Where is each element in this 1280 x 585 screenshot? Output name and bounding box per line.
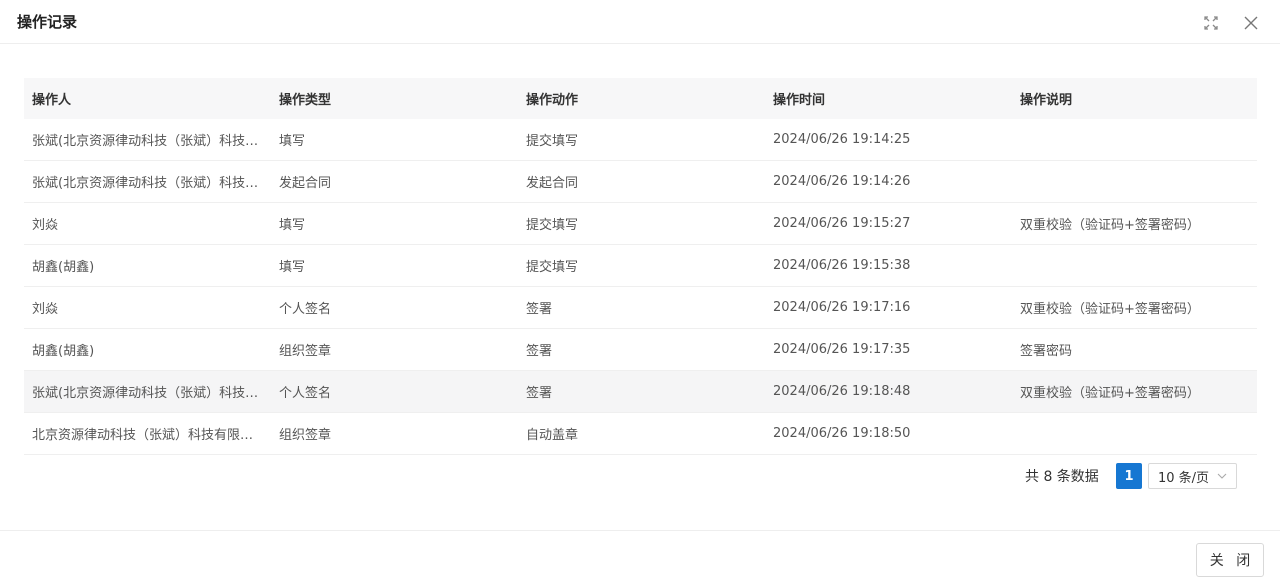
table-cell: 发起合同 (526, 176, 579, 191)
dialog-title: 操作记录 (17, 13, 78, 31)
column-header: 操作动作 (526, 93, 579, 108)
table-cell: 2024/06/26 19:14:25 (773, 132, 911, 147)
table-header: 操作人 操作类型 操作动作 操作时间 操作说明 (24, 78, 1257, 119)
table-cell: 签署密码 (1020, 344, 1073, 359)
table-row[interactable]: 北京资源律动科技（张斌）科技有限公司 组织签章 自动盖章 2024/06/26 19:… (24, 413, 1257, 455)
table-cell: 签署 (526, 302, 553, 317)
dialog-header: 操作记录 (0, 0, 1280, 44)
fullscreen-button[interactable] (1202, 14, 1220, 32)
table-cell: 2024/06/26 19:15:27 (773, 216, 911, 231)
table-cell: 2024/06/26 19:15:38 (773, 258, 911, 273)
pagination: 共 8 条数据 1 10 条/页 (0, 463, 1280, 489)
fullscreen-icon (1204, 16, 1218, 30)
table-cell: 个人签名 (279, 302, 332, 317)
table-cell: 2024/06/26 19:17:35 (773, 342, 911, 357)
table-cell: 2024/06/26 19:18:48 (773, 384, 911, 399)
column-header: 操作说明 (1020, 93, 1073, 108)
table-cell: 签署 (526, 344, 553, 359)
page-button-current[interactable]: 1 (1116, 463, 1142, 489)
table-cell: 北京资源律动科技（张斌）科技有限公司 (32, 428, 267, 443)
table-cell: 提交填写 (526, 218, 579, 233)
table-body: 张斌(北京资源律动科技（张斌）科技有限公司)填写提交填写2024/06/26 1… (24, 119, 1257, 455)
table-row[interactable]: 张斌(北京资源律动科技（张斌）科技有限公司) 发起合同 发起合同 2024/06/26… (24, 161, 1257, 203)
table-row[interactable]: 刘焱 填写 提交填写 2024/06/26 19:15:27 双重校验（验证码+签署密码… (24, 203, 1257, 245)
table-row[interactable]: 张斌(北京资源律动科技（张斌）科技有限公司) 个人签名 签署 2024/06/26 1… (24, 371, 1257, 413)
operation-log-table: 操作人 操作类型 操作动作 操作时间 操作说明 张斌(北京资源律动科技（张斌）科… (24, 78, 1257, 455)
dialog-footer: 关 闭 (0, 530, 1280, 585)
total-count: 共 8 条数据 (1025, 469, 1099, 485)
close-button[interactable]: 关 闭 (1196, 543, 1264, 577)
table-cell: 填写 (279, 218, 306, 233)
table-cell: 双重校验（验证码+签署密码） (1020, 386, 1200, 401)
table-cell: 发起合同 (279, 176, 332, 191)
table-cell: 签署 (526, 386, 553, 401)
table-cell: 张斌(北京资源律动科技（张斌）科技有限公司) (32, 386, 271, 401)
column-header: 操作时间 (773, 93, 826, 108)
table-cell: 组织签章 (279, 344, 332, 359)
chevron-down-icon (1217, 473, 1227, 479)
table-cell: 自动盖章 (526, 428, 579, 443)
table-row[interactable]: 胡鑫(胡鑫) 组织签章 签署 2024/06/26 19:17:35 签署密码 (24, 329, 1257, 371)
table-cell: 双重校验（验证码+签署密码） (1020, 218, 1200, 233)
table-cell: 2024/06/26 19:17:16 (773, 300, 911, 315)
table-cell: 填写 (279, 260, 306, 275)
table-cell: 刘焱 (32, 302, 59, 317)
table-row[interactable]: 张斌(北京资源律动科技（张斌）科技有限公司) 填写 提交填写 2024/06/26 1… (24, 119, 1257, 161)
table-cell: 双重校验（验证码+签署密码） (1020, 302, 1200, 317)
table-cell: 胡鑫(胡鑫) (32, 260, 95, 275)
table-row[interactable]: 刘焱 个人签名 签署 2024/06/26 19:17:16 双重校验（验证码+签署密码… (24, 287, 1257, 329)
column-header: 操作人 (32, 93, 72, 108)
table-cell: 提交填写 (526, 134, 579, 149)
operation-log-dialog: 操作记录 操作人 操作类型 操作动作 操作时间 操作说明 张斌(北京资源律动科技… (0, 0, 1280, 585)
table-cell: 胡鑫(胡鑫) (32, 344, 95, 359)
table-cell: 2024/06/26 19:18:50 (773, 426, 911, 441)
close-x-button[interactable] (1242, 14, 1260, 32)
column-header: 操作类型 (279, 93, 332, 108)
table-cell: 2024/06/26 19:14:26 (773, 174, 911, 189)
table-cell: 组织签章 (279, 428, 332, 443)
close-icon (1244, 16, 1258, 30)
table-cell: 张斌(北京资源律动科技（张斌）科技有限公司) (32, 176, 271, 191)
table-cell: 提交填写 (526, 260, 579, 275)
page-size-select[interactable]: 10 条/页 (1148, 463, 1237, 489)
table-cell: 填写 (279, 134, 306, 149)
table-cell: 刘焱 (32, 218, 59, 233)
table-cell: 张斌(北京资源律动科技（张斌）科技有限公司) (32, 134, 271, 149)
table-row[interactable]: 胡鑫(胡鑫) 填写 提交填写 2024/06/26 19:15:38 (24, 245, 1257, 287)
page-size-value: 10 条/页 (1158, 470, 1210, 486)
table-cell: 个人签名 (279, 386, 332, 401)
